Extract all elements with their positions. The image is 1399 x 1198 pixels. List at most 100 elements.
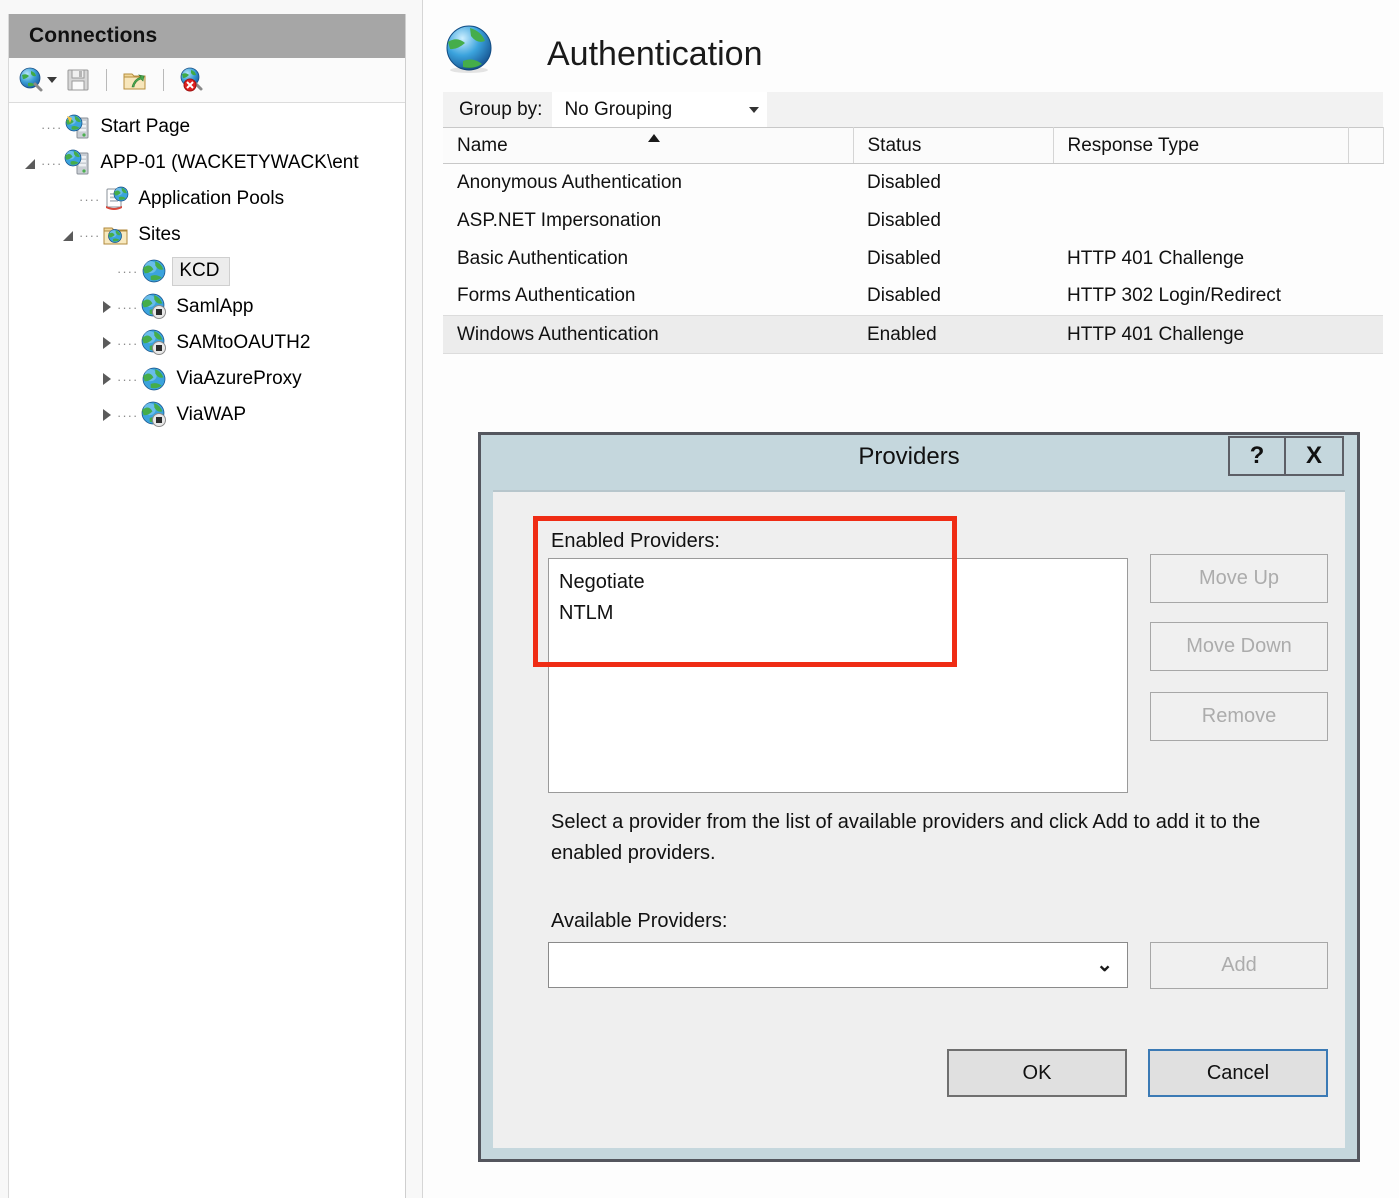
iis-manager-window: Connections ···· Start Page ···· APP-01 … <box>0 0 1399 1198</box>
available-providers-select[interactable]: ⌄ <box>548 942 1128 988</box>
close-button[interactable]: X <box>1286 436 1344 476</box>
table-row[interactable]: ASP.NET Impersonation Disabled <box>443 201 1383 240</box>
cell-filler <box>1348 277 1383 316</box>
tree-item-viawap[interactable]: ···· ViaWAP <box>9 397 405 433</box>
cell-filler <box>1348 315 1383 354</box>
authentication-table: Name Status Response Type Anonymous Auth… <box>443 127 1384 354</box>
column-header-status[interactable]: Status <box>853 127 1054 164</box>
tree-connector-line: ···· <box>41 119 63 135</box>
tree-item-label: ViaWAP <box>176 404 247 425</box>
expand-arrow-icon[interactable] <box>99 335 115 351</box>
enabled-provider-item[interactable]: NTLM <box>556 598 1127 629</box>
collapse-arrow-icon[interactable] <box>23 155 39 171</box>
help-button[interactable]: ? <box>1228 436 1286 476</box>
save-connections-icon[interactable] <box>59 63 97 97</box>
globe-icon <box>443 23 501 86</box>
expand-arrow-icon[interactable] <box>99 299 115 315</box>
connections-tree[interactable]: ···· Start Page ···· APP-01 (WACKETYWACK\… <box>9 103 405 433</box>
tree-item-label: KCD <box>179 259 220 281</box>
dialog-body: Enabled Providers: Negotiate NTLM Move Up… <box>493 490 1345 1148</box>
cell-name: ASP.NET Impersonation <box>443 201 853 240</box>
move-down-button[interactable]: Move Down <box>1150 622 1328 671</box>
connections-toolbar <box>9 58 405 103</box>
application-pools-icon <box>102 185 130 213</box>
cell-status: Disabled <box>853 239 1053 278</box>
add-button[interactable]: Add <box>1150 942 1328 989</box>
cell-status: Disabled <box>853 201 1053 240</box>
sites-folder-icon <box>102 221 130 249</box>
tree-item-label: APP-01 (WACKETYWACK\ent <box>100 152 359 173</box>
toolbar-separator-2 <box>163 69 164 91</box>
group-by-bar: Group by: No Grouping <box>443 92 1383 127</box>
remove-button[interactable]: Remove <box>1150 692 1328 741</box>
tree-connector-line: ···· <box>117 299 139 315</box>
chevron-down-icon <box>749 106 760 113</box>
move-up-button[interactable]: Move Up <box>1150 554 1328 603</box>
tree-item-samlapp[interactable]: ···· SamlApp <box>9 289 405 325</box>
connections-title: Connections <box>29 24 158 47</box>
group-by-select[interactable]: No Grouping <box>552 92 768 127</box>
table-row[interactable]: Anonymous Authentication Disabled <box>443 163 1383 202</box>
cell-response <box>1053 201 1348 240</box>
cell-response: HTTP 401 Challenge <box>1053 315 1348 354</box>
server-icon <box>64 149 92 177</box>
sort-ascending-icon <box>647 134 660 142</box>
site-icon <box>140 365 168 393</box>
tree-item-kcd[interactable]: ···· KCD <box>9 253 405 289</box>
cell-response: HTTP 401 Challenge <box>1053 239 1348 278</box>
connect-to-icon[interactable] <box>19 63 57 97</box>
cell-name: Windows Authentication <box>443 315 853 354</box>
cell-status: Disabled <box>853 163 1053 202</box>
column-header-name-label: Name <box>457 134 508 156</box>
cell-status: Disabled <box>853 277 1053 316</box>
column-header-name[interactable]: Name <box>443 127 854 164</box>
table-row[interactable]: Forms Authentication Disabled HTTP 302 Log… <box>443 277 1383 316</box>
collapse-arrow-icon[interactable] <box>61 227 77 243</box>
chevron-down-icon <box>47 77 57 83</box>
tree-item-label: SamlApp <box>176 296 254 317</box>
tree-item-application-pools[interactable]: ···· Application Pools <box>9 181 405 217</box>
table-row[interactable]: Basic Authentication Disabled HTTP 401 Cha… <box>443 239 1383 278</box>
tree-item-label: Sites <box>138 224 181 245</box>
tree-item-label: ViaAzureProxy <box>176 368 302 389</box>
enabled-providers-list[interactable]: Negotiate NTLM <box>548 558 1128 793</box>
tree-connector-line: ···· <box>79 191 101 207</box>
enabled-providers-label: Enabled Providers: <box>551 530 720 552</box>
enabled-provider-item[interactable]: Negotiate <box>556 567 1127 598</box>
tree-item-samtooauth2[interactable]: ···· SAMtoOAUTH2 <box>9 325 405 361</box>
column-header-response-type[interactable]: Response Type <box>1053 127 1349 164</box>
expand-arrow-icon[interactable] <box>99 407 115 423</box>
group-by-label: Group by: <box>459 98 543 120</box>
tree-item-viaazureproxy[interactable]: ···· ViaAzureProxy <box>9 361 405 397</box>
dialog-title-bar[interactable]: Providers ? X <box>481 435 1357 479</box>
page-title: Authentication <box>547 34 763 73</box>
connect-to-site-icon[interactable] <box>116 63 154 97</box>
tree-connector-line: ···· <box>79 227 101 243</box>
connections-header: Connections <box>9 14 405 58</box>
cell-filler <box>1348 201 1383 240</box>
tree-item-label: Application Pools <box>138 188 285 209</box>
table-header-row: Name Status Response Type <box>443 127 1384 164</box>
tree-item-start-page[interactable]: ···· Start Page <box>9 109 405 145</box>
application-icon <box>140 329 168 357</box>
disconnect-icon[interactable] <box>173 63 211 97</box>
tree-item-label: Start Page <box>100 116 191 137</box>
cell-filler <box>1348 163 1383 202</box>
cancel-button[interactable]: Cancel <box>1148 1049 1328 1097</box>
expand-arrow-icon[interactable] <box>99 371 115 387</box>
connections-panel: Connections ···· Start Page ···· APP-01 … <box>8 14 406 1198</box>
cell-filler <box>1348 239 1383 278</box>
ok-button[interactable]: OK <box>947 1049 1127 1097</box>
providers-dialog: Providers ? X Enabled Providers: Negotia… <box>478 432 1360 1162</box>
dialog-hint-text: Select a provider from the list of avail… <box>551 811 1261 864</box>
site-icon <box>140 257 168 285</box>
tree-connector-line: ···· <box>41 155 63 171</box>
tree-item-app-01-wacketywack-ent[interactable]: ···· APP-01 (WACKETYWACK\ent <box>9 145 405 181</box>
tree-item-label: SAMtoOAUTH2 <box>176 332 311 353</box>
tree-item-sites[interactable]: ···· Sites <box>9 217 405 253</box>
cell-status: Enabled <box>853 315 1053 354</box>
table-row[interactable]: Windows Authentication Enabled HTTP 401 Ch… <box>443 315 1383 354</box>
